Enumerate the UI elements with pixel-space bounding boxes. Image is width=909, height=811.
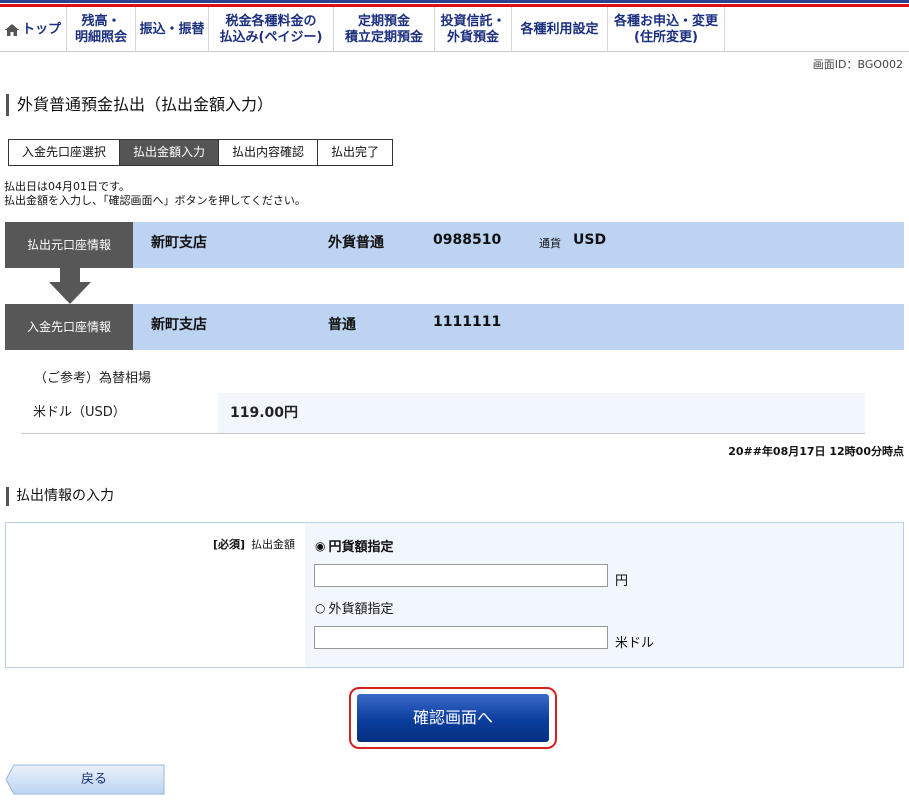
amount-label: 払出金額 [251, 538, 295, 551]
back-button-label: 戻る [80, 772, 107, 787]
required-badge: [必須] [212, 538, 245, 551]
reference-rate-title: （ご参考）為替相場 [34, 371, 152, 386]
radio-yen-option[interactable]: ◉ 円貨額指定 [315, 536, 394, 556]
screen-id: 画面ID：BGO002 [812, 58, 903, 71]
radio-fx-label: 外貨額指定 [328, 602, 394, 617]
input-section-title: 払出情報の入力 [6, 487, 114, 506]
radio-yen-label: 円貨額指定 [328, 540, 394, 555]
nav-balance[interactable]: 残高・ 明細照会 [67, 7, 136, 52]
nav-home-label: トップ [21, 21, 61, 37]
to-account-row: 入金先口座情報 新町支店 普通 1111111 [5, 304, 904, 350]
field-label-cell: [必須] 払出金額 [6, 523, 305, 667]
radio-selected-icon: ◉ [315, 538, 326, 553]
fx-unit: 米ドル [615, 636, 655, 651]
nav-payeasy[interactable]: 税金各種料金の 払込み(ペイジー) [209, 7, 334, 52]
to-account-type: 普通 [328, 317, 356, 333]
to-account-branch: 新町支店 [151, 317, 207, 333]
currency-label: 通貨 [539, 237, 561, 250]
yen-amount-input[interactable] [314, 564, 608, 587]
from-account-branch: 新町支店 [151, 235, 207, 251]
global-nav: トップ 残高・ 明細照会 振込・振替 税金各種料金の 払込み(ペイジー) 定期預… [0, 7, 909, 52]
rate-timestamp: 20##年08月17日 12時00分時点 [728, 445, 904, 458]
instruction-date: 払出日は04月01日です。 [4, 180, 130, 193]
page-title: 外貨普通預金払出（払出金額入力） [6, 94, 273, 116]
reference-currency: 米ドル（USD） [21, 393, 218, 433]
home-icon [4, 23, 19, 36]
confirm-button-highlight: 確認画面へ [349, 687, 557, 749]
amount-input-form: [必須] 払出金額 ◉ 円貨額指定 円 ○ 外貨額指定 米ドル [5, 522, 904, 668]
confirm-button[interactable]: 確認画面へ [357, 694, 549, 742]
nav-time-deposit[interactable]: 定期預金 積立定期預金 [334, 7, 435, 52]
reference-rate-value: 119.00円 [218, 393, 865, 433]
nav-transfer[interactable]: 振込・振替 [136, 7, 209, 52]
nav-applications[interactable]: 各種お申込・変更 (住所変更) [608, 7, 725, 52]
reference-rate-table: 米ドル（USD） 119.00円 [21, 393, 865, 434]
to-account-label: 入金先口座情報 [5, 304, 133, 350]
from-account-label: 払出元口座情報 [5, 222, 133, 268]
radio-unselected-icon: ○ [315, 600, 326, 615]
required-field-label: [必須] 払出金額 [213, 536, 295, 552]
field-input-cell: ◉ 円貨額指定 円 ○ 外貨額指定 米ドル [305, 523, 903, 667]
step-select-account: 入金先口座選択 [9, 140, 121, 165]
nav-investment[interactable]: 投資信託・ 外貨預金 [435, 7, 512, 52]
fx-amount-input[interactable] [314, 626, 608, 649]
down-arrow-icon [49, 268, 91, 304]
from-account-currency: USD [573, 232, 607, 248]
to-account-number: 1111111 [433, 314, 502, 330]
from-account-row: 払出元口座情報 新町支店 外貨普通 0988510 通貨 USD [5, 222, 904, 268]
nav-settings[interactable]: 各種利用設定 [512, 7, 608, 52]
nav-home[interactable]: トップ [0, 7, 67, 52]
step-indicator: 入金先口座選択 払出金額入力 払出内容確認 払出完了 [8, 139, 394, 166]
instruction-text: 払出金額を入力し、「確認画面へ」ボタンを押してください。 [4, 194, 306, 207]
top-accent-line [0, 0, 909, 7]
back-button[interactable]: 戻る [5, 764, 165, 795]
from-account-number: 0988510 [433, 232, 502, 248]
from-account-type: 外貨普通 [328, 235, 384, 251]
yen-unit: 円 [615, 574, 629, 589]
instructions: 払出日は04月01日です。 払出金額を入力し、「確認画面へ」ボタンを押してくださ… [4, 180, 306, 208]
step-enter-amount: 払出金額入力 [120, 140, 220, 165]
step-complete: 払出完了 [318, 140, 393, 165]
step-confirm: 払出内容確認 [219, 140, 319, 165]
radio-fx-option[interactable]: ○ 外貨額指定 [315, 598, 394, 618]
